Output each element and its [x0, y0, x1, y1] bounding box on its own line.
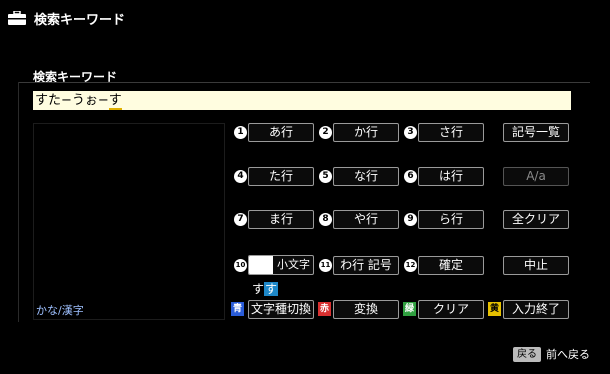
- key-ka-row[interactable]: か行: [333, 123, 399, 142]
- input-mode-label: かな/漢字: [36, 304, 84, 317]
- char-type-switch-button[interactable]: 文字種切換: [248, 300, 314, 319]
- input-composing-text: す: [108, 93, 122, 110]
- page-title: 検索キーワード: [34, 12, 126, 28]
- back-button[interactable]: 戻る: [513, 346, 541, 362]
- small-letter-label: 小文字: [277, 258, 310, 271]
- case-toggle-button[interactable]: A/a: [503, 167, 569, 186]
- key-ma-row[interactable]: ま行: [248, 210, 314, 229]
- small-letter-preview: [249, 256, 273, 274]
- blue-key-badge: 青: [231, 302, 244, 316]
- key-number-10: 10: [234, 259, 247, 272]
- toolbox-icon: [8, 11, 26, 25]
- key-ra-row[interactable]: ら行: [418, 210, 484, 229]
- clear-button[interactable]: クリア: [418, 300, 484, 319]
- yellow-key-badge: 黄: [488, 302, 501, 316]
- key-number-4: 4: [234, 170, 247, 183]
- conversion-candidate[interactable]: すす: [252, 280, 279, 297]
- key-number-7: 7: [234, 213, 247, 226]
- panel-divider: [18, 82, 590, 83]
- finish-input-button[interactable]: 入力終了: [503, 300, 569, 319]
- input-committed-text: すた−うぉ−: [35, 93, 109, 108]
- candidate-highlight: す: [264, 282, 279, 296]
- key-number-1: 1: [234, 126, 247, 139]
- back-label: 前へ戻る: [546, 348, 590, 361]
- panel-border: [18, 82, 19, 322]
- key-a-row[interactable]: あ行: [248, 123, 314, 142]
- header: 検索キーワード: [8, 8, 125, 28]
- key-number-6: 6: [404, 170, 417, 183]
- green-key-badge: 緑: [403, 302, 416, 316]
- key-number-3: 3: [404, 126, 417, 139]
- key-number-5: 5: [319, 170, 332, 183]
- symbol-list-button[interactable]: 記号一覧: [503, 123, 569, 142]
- confirm-button[interactable]: 確定: [418, 256, 484, 275]
- key-number-2: 2: [319, 126, 332, 139]
- candidate-text: す: [252, 282, 265, 296]
- key-ya-row[interactable]: や行: [333, 210, 399, 229]
- conversion-preview-area: [33, 123, 225, 320]
- red-key-badge: 赤: [318, 302, 331, 316]
- key-number-11: 11: [319, 259, 332, 272]
- key-number-12: 12: [404, 259, 417, 272]
- search-input[interactable]: すた−うぉ−す: [33, 91, 571, 110]
- cancel-button[interactable]: 中止: [503, 256, 569, 275]
- key-ha-row[interactable]: は行: [418, 167, 484, 186]
- small-letter-key[interactable]: 小文字: [248, 255, 314, 275]
- key-na-row[interactable]: な行: [333, 167, 399, 186]
- key-wa-row-symbol[interactable]: わ行 記号: [333, 256, 399, 275]
- key-sa-row[interactable]: さ行: [418, 123, 484, 142]
- footer: 戻る 前へ戻る: [513, 346, 590, 362]
- key-ta-row[interactable]: た行: [248, 167, 314, 186]
- key-number-8: 8: [319, 213, 332, 226]
- key-number-9: 9: [404, 213, 417, 226]
- clear-all-button[interactable]: 全クリア: [503, 210, 569, 229]
- convert-button[interactable]: 変換: [333, 300, 399, 319]
